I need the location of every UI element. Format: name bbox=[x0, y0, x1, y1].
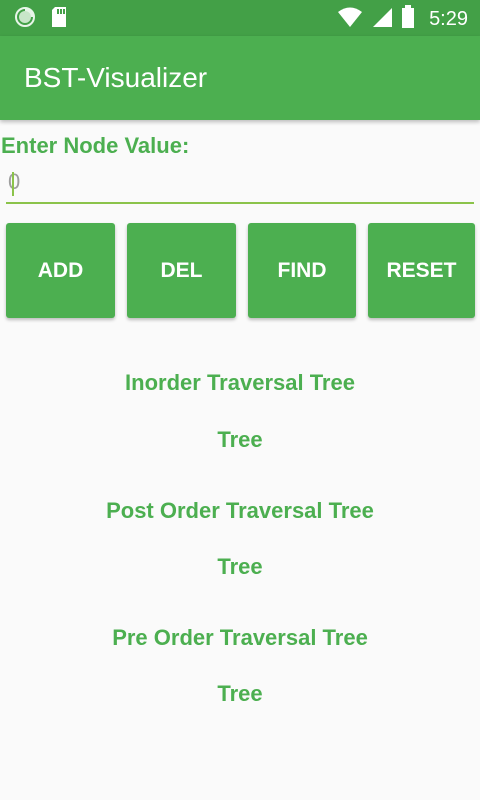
reset-button[interactable]: RESET bbox=[368, 223, 475, 318]
postorder-value: Tree bbox=[217, 554, 263, 579]
inorder-value: Tree bbox=[217, 427, 263, 452]
app-title: BST-Visualizer bbox=[24, 62, 208, 93]
node-value-field[interactable] bbox=[6, 164, 474, 204]
battery-icon bbox=[401, 5, 415, 34]
app-bar: BST-Visualizer bbox=[0, 36, 480, 120]
node-value-label: Enter Node Value: bbox=[1, 133, 190, 158]
delete-button[interactable]: DEL bbox=[127, 223, 236, 318]
find-button[interactable]: FIND bbox=[248, 223, 356, 318]
status-bar: 5:29 bbox=[0, 0, 480, 36]
preorder-value: Tree bbox=[217, 681, 263, 706]
postorder-title: Post Order Traversal Tree bbox=[106, 498, 374, 523]
inorder-title: Inorder Traversal Tree bbox=[125, 370, 355, 395]
preorder-title: Pre Order Traversal Tree bbox=[112, 625, 368, 650]
node-value-input[interactable] bbox=[6, 164, 474, 200]
signal-icon bbox=[371, 6, 393, 33]
clock: 5:29 bbox=[429, 8, 468, 30]
sd-card-icon bbox=[50, 6, 68, 33]
wifi-icon bbox=[337, 6, 363, 33]
add-button[interactable]: ADD bbox=[6, 223, 115, 318]
text-cursor bbox=[12, 172, 14, 196]
pie-chart-icon bbox=[14, 6, 36, 33]
